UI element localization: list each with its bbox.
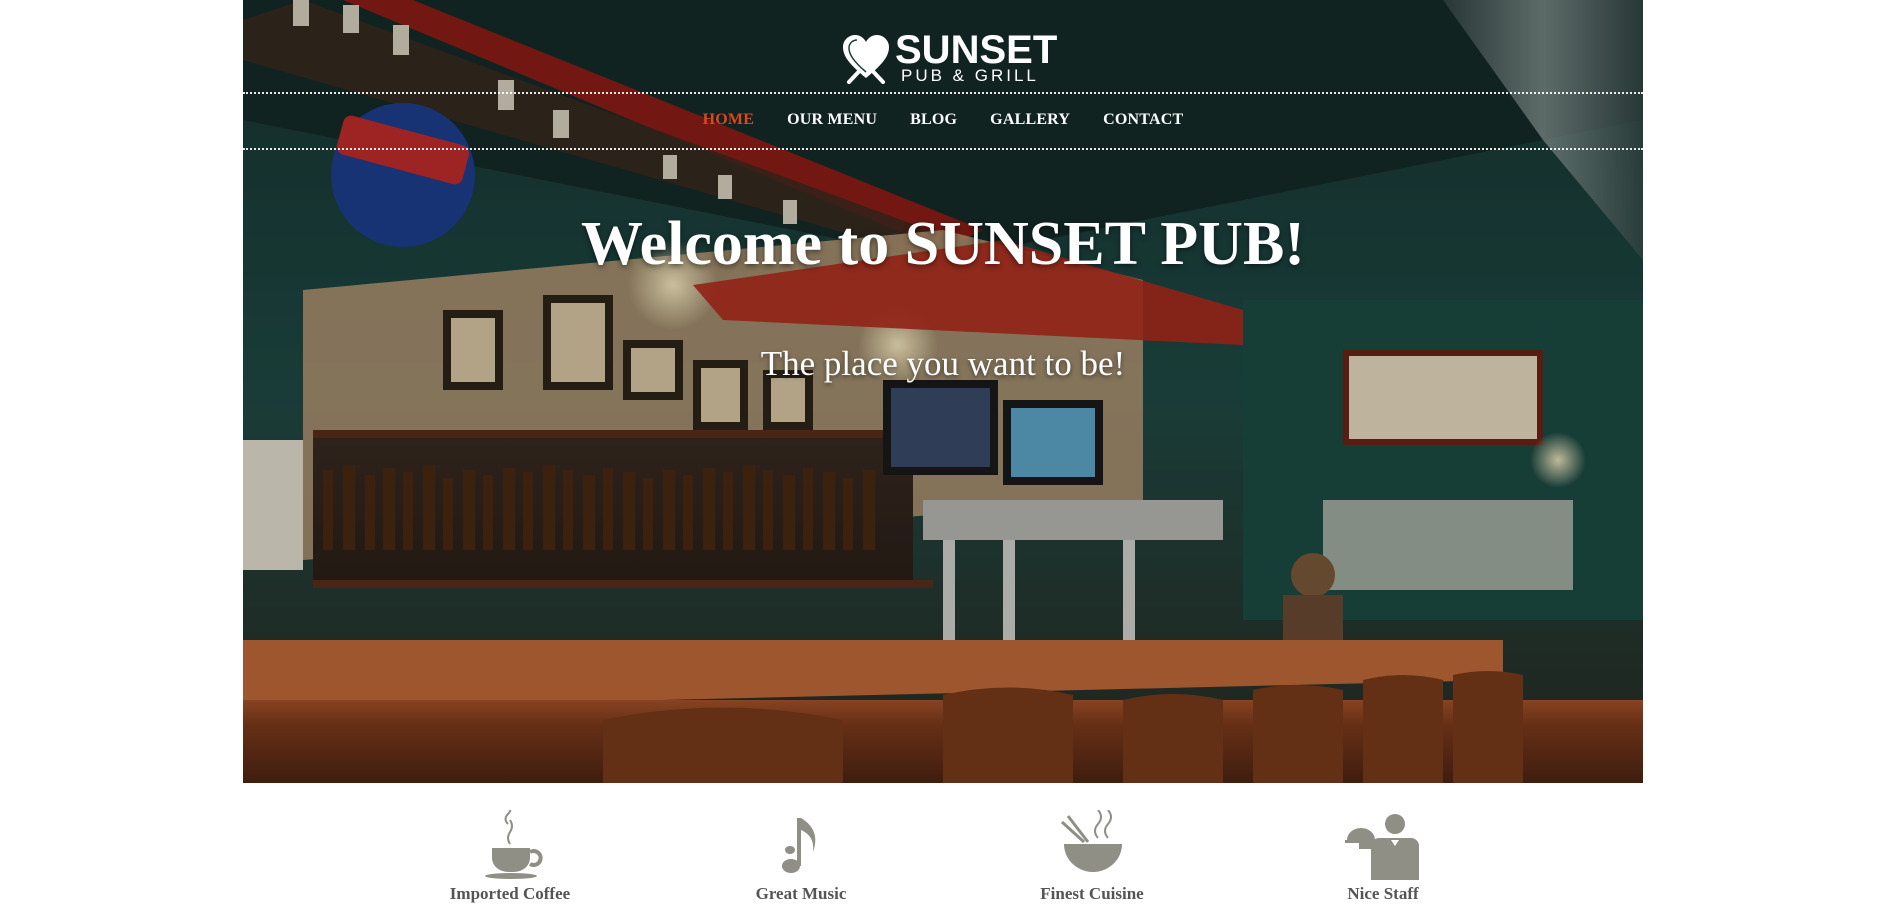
coffee-cup-icon: [485, 810, 543, 879]
main-nav: HOME OUR MENU BLOG GALLERY CONTACT: [243, 93, 1643, 147]
waiter-icon: [1345, 814, 1419, 880]
heart-fork-knife-icon: [843, 35, 889, 84]
feature-label: Nice Staff: [1347, 884, 1419, 903]
feature-finest-cuisine: Finest Cuisine: [992, 810, 1192, 904]
nav-item-contact[interactable]: CONTACT: [1103, 111, 1183, 129]
page: SUNSET PUB & GRILL HOME OUR MENU BLOG GA…: [0, 0, 1885, 918]
nav-item-home[interactable]: HOME: [703, 111, 754, 129]
hero-subtitle: The place you want to be!: [760, 344, 1126, 383]
feature-label: Finest Cuisine: [1040, 884, 1144, 903]
brand-tagline: PUB & GRILL: [901, 66, 1039, 85]
nav-divider-bottom: [243, 148, 1643, 150]
feature-imported-coffee: Imported Coffee: [410, 810, 610, 904]
feature-nice-staff: Nice Staff: [1283, 810, 1483, 904]
feature-label: Imported Coffee: [449, 884, 571, 903]
features-row: Imported Coffee Great Music Finest Cuisi…: [0, 810, 1885, 918]
hero-title: Welcome to SUNSET PUB!: [581, 210, 1305, 278]
nav-item-gallery[interactable]: GALLERY: [990, 111, 1070, 129]
music-note-icon: [782, 818, 816, 873]
noodle-bowl-icon: [1060, 810, 1122, 872]
feature-great-music: Great Music: [701, 810, 901, 904]
brand-name: SUNSET: [895, 28, 1058, 72]
hero-section: SUNSET PUB & GRILL HOME OUR MENU BLOG GA…: [243, 0, 1643, 783]
feature-label: Great Music: [755, 884, 847, 903]
nav-item-blog[interactable]: BLOG: [910, 111, 957, 129]
nav-item-our-menu[interactable]: OUR MENU: [787, 111, 877, 129]
site-logo[interactable]: SUNSET PUB & GRILL: [841, 30, 1081, 86]
